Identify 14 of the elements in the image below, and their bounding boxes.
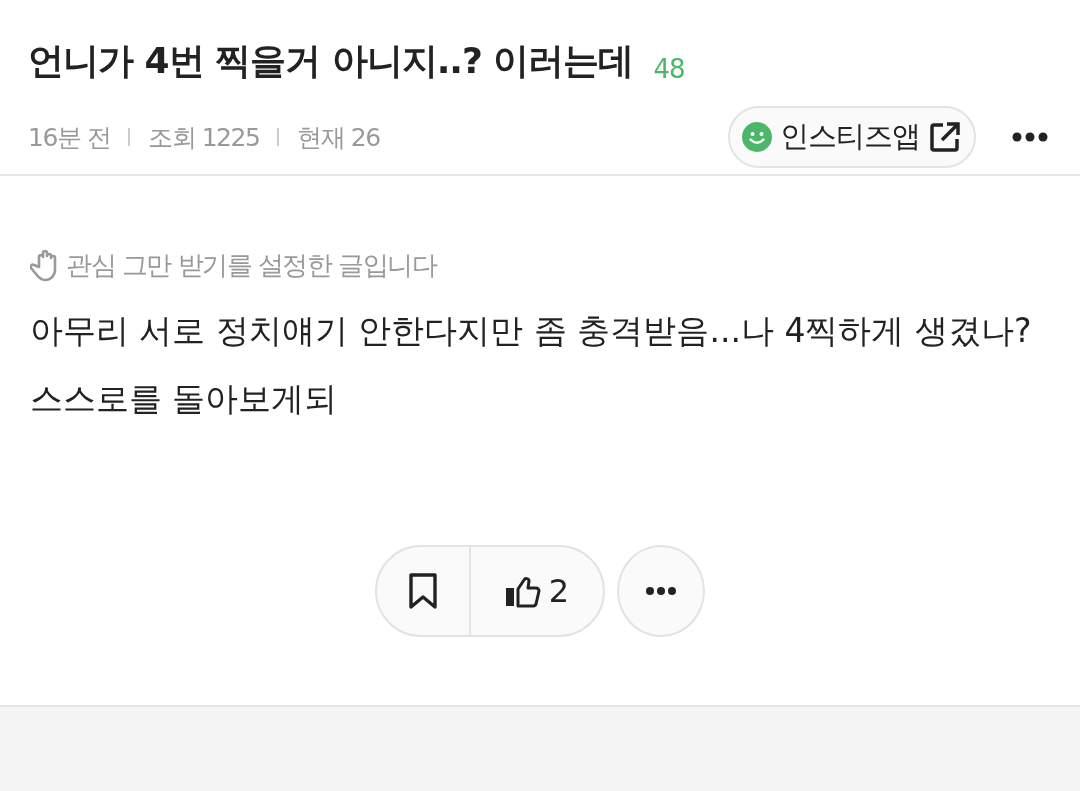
more-icon[interactable]: [1012, 132, 1048, 142]
post-body: 아무리 서로 정치얘기 안한다지만 좀 충격받음...나 4찍하게 생겼나? 스스로를 돌아보게되: [30, 310, 1033, 420]
view-count: 조회 1225: [148, 121, 260, 154]
post-title: 언니가 4번 찍을거 아니지..? 이러는데: [28, 39, 634, 83]
more-icon: [645, 586, 677, 596]
external-link-icon: [928, 120, 962, 154]
bookmark-icon: [408, 573, 438, 609]
post-time: 16분 전: [28, 121, 111, 154]
comment-count: 48: [653, 54, 685, 86]
app-link-button[interactable]: 인스티즈앱: [728, 106, 976, 168]
smiley-icon: [742, 122, 772, 152]
thumbs-up-icon: [504, 574, 541, 608]
current-viewers: 현재 26: [297, 121, 380, 154]
notice-text: 관심 그만 받기를 설정한 글입니다: [66, 249, 437, 282]
